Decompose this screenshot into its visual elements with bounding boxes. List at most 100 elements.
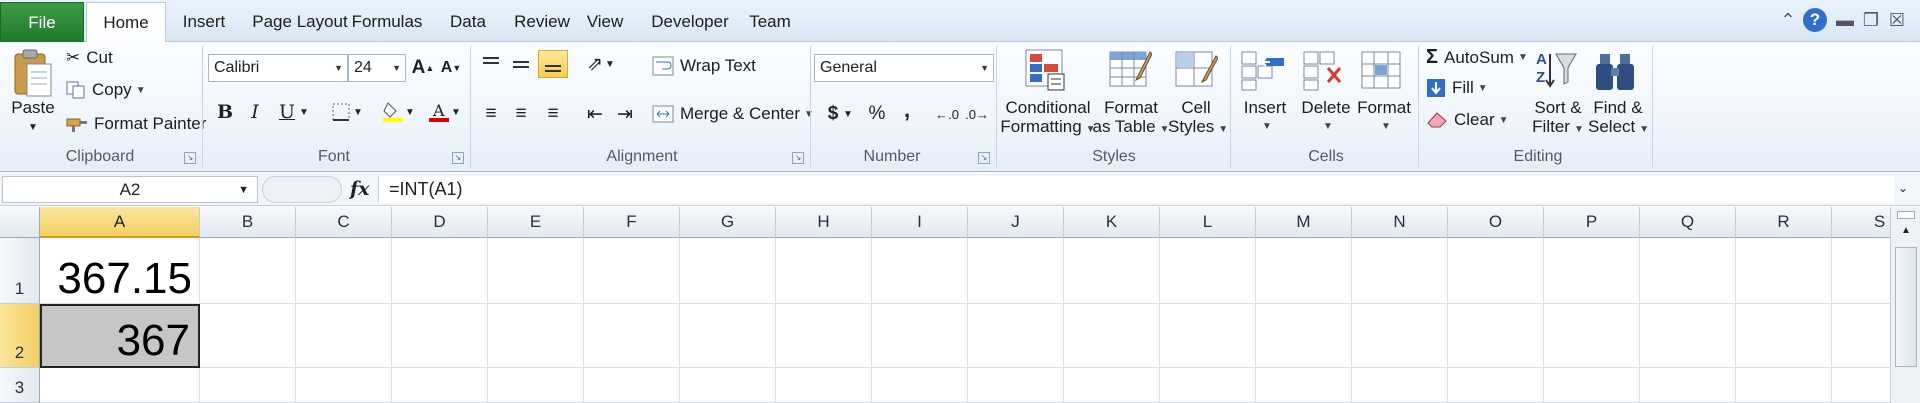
align-left-icon[interactable]: ≡ [476,100,506,128]
merge-center-button[interactable]: Merge & Center ▼ [652,104,814,124]
expand-formula-bar-icon[interactable]: ⌄ [1898,181,1908,195]
format-as-table-icon[interactable] [1108,48,1152,92]
restore-window-icon[interactable]: ❐ [1860,8,1882,32]
clipboard-launcher-icon[interactable]: ↘ [184,152,196,164]
column-header-q[interactable]: Q [1640,207,1736,238]
column-header-r[interactable]: R [1736,207,1832,238]
cell-styles-button[interactable]: Cell Styles ▼ [1168,98,1228,139]
align-right-icon[interactable]: ≡ [538,100,568,128]
tab-file[interactable]: File [0,2,84,42]
copy-button[interactable]: Copy ▼ [66,80,146,100]
align-center-icon[interactable]: ≡ [506,100,536,128]
column-header-p[interactable]: P [1544,207,1640,238]
scroll-up-icon[interactable]: ▲ [1897,225,1915,243]
format-cells-button[interactable]: Format ▼ [1352,98,1416,136]
formula-bar-resize-handle[interactable] [262,176,342,203]
insert-cells-button[interactable]: Insert ▼ [1236,98,1294,136]
number-format-combo[interactable]: General ▼ [814,54,994,82]
middle-align-icon[interactable] [506,50,536,78]
sort-filter-icon[interactable]: AZ [1534,48,1578,92]
help-button[interactable]: ? [1802,8,1828,32]
clear-button[interactable]: Clear ▼ [1426,110,1509,130]
font-color-dropdown-icon[interactable]: ▼ [448,98,464,126]
fill-color-dropdown-icon[interactable]: ▼ [402,98,418,126]
column-header-b[interactable]: B [200,207,296,238]
percent-button[interactable]: % [862,100,892,128]
close-window-icon[interactable]: ☒ [1886,8,1908,32]
minimize-ribbon-icon[interactable]: ⌃ [1778,8,1798,32]
cell-a1[interactable]: 367.15 [40,238,200,304]
formula-input[interactable]: =INT(A1) [378,176,1894,203]
column-header-f[interactable]: F [584,207,680,238]
font-name-combo[interactable]: Calibri ▼ [208,54,348,82]
column-header-h[interactable]: H [776,207,872,238]
vertical-scrollbar[interactable]: ▲ [1890,207,1920,403]
select-all-corner[interactable] [0,207,40,238]
tab-formulas[interactable]: Formulas [344,2,430,42]
paste-button[interactable]: Paste [8,98,58,117]
column-header-a[interactable]: A [40,207,200,238]
fill-button[interactable]: Fill ▼ [1426,78,1488,98]
row-header-3[interactable]: 3 [0,368,40,403]
column-header-m[interactable]: M [1256,207,1352,238]
tab-data[interactable]: Data [438,2,498,42]
cut-button[interactable]: ✂ Cut [66,48,113,68]
increase-indent-icon[interactable]: ⇥ [610,100,640,128]
grow-font-icon[interactable]: A ▲ [408,54,438,82]
decrease-decimal-icon[interactable]: .0→ [962,100,992,128]
tab-team[interactable]: Team [742,2,798,42]
minimize-window-icon[interactable]: ▬ [1834,8,1856,32]
tab-review[interactable]: Review [502,2,582,42]
currency-dropdown-icon[interactable]: ▼ [840,100,856,128]
scroll-thumb[interactable] [1895,247,1917,367]
find-select-button[interactable]: Find & Select ▼ [1588,98,1649,139]
bold-button[interactable]: B [210,98,240,126]
column-header-o[interactable]: O [1448,207,1544,238]
column-header-n[interactable]: N [1352,207,1448,238]
bottom-align-icon[interactable] [538,50,568,78]
format-cells-icon[interactable] [1360,48,1406,92]
column-header-g[interactable]: G [680,207,776,238]
paste-dropdown-icon[interactable]: ▼ [8,118,58,137]
shrink-font-icon[interactable]: A ▼ [436,54,466,82]
column-header-l[interactable]: L [1160,207,1256,238]
borders-dropdown-icon[interactable]: ▼ [350,98,366,126]
insert-function-icon[interactable]: fx [350,178,370,200]
delete-cells-button[interactable]: Delete ▼ [1294,98,1358,136]
row-header-1[interactable]: 1 [0,238,40,304]
italic-button[interactable]: I [240,98,270,126]
insert-cells-icon[interactable] [1240,48,1286,92]
split-box-handle[interactable] [1897,211,1915,219]
column-header-k[interactable]: K [1064,207,1160,238]
cell-styles-icon[interactable] [1174,48,1218,92]
worksheet-grid[interactable]: A B C D E F G H I J K L M N O P Q R S 1 2 3 367.15 367 [0,207,1920,403]
font-launcher-icon[interactable]: ↘ [452,152,464,164]
increase-decimal-icon[interactable]: ←.0 [932,100,962,128]
conditional-formatting-icon[interactable] [1024,48,1068,92]
tab-developer[interactable]: Developer [640,2,740,42]
tab-home[interactable]: Home [86,2,166,43]
orientation-dropdown-icon[interactable]: ▼ [602,50,618,78]
column-header-e[interactable]: E [488,207,584,238]
alignment-launcher-icon[interactable]: ↘ [792,152,804,164]
decrease-indent-icon[interactable]: ⇤ [580,100,610,128]
comma-button[interactable]: , [892,96,922,124]
paste-icon[interactable] [8,46,58,102]
underline-dropdown-icon[interactable]: ▼ [296,98,312,126]
binoculars-icon[interactable] [1594,48,1638,92]
conditional-formatting-button[interactable]: Conditional Formatting ▼ [1000,98,1096,139]
cell-a2[interactable]: 367 [40,304,200,368]
column-header-d[interactable]: D [392,207,488,238]
font-size-combo[interactable]: 24 ▼ [348,54,406,82]
delete-cells-icon[interactable] [1302,48,1348,92]
column-header-j[interactable]: J [968,207,1064,238]
tab-view[interactable]: View [580,2,630,42]
column-header-c[interactable]: C [296,207,392,238]
top-align-icon[interactable] [476,50,506,78]
row-header-2[interactable]: 2 [0,304,40,368]
format-as-table-button[interactable]: Format as Table ▼ [1090,98,1172,139]
name-box[interactable]: A2 ▼ [2,176,258,203]
sort-filter-button[interactable]: Sort & Filter ▼ [1528,98,1588,139]
format-painter-button[interactable]: Format Painter [66,114,206,134]
number-launcher-icon[interactable]: ↘ [978,152,990,164]
